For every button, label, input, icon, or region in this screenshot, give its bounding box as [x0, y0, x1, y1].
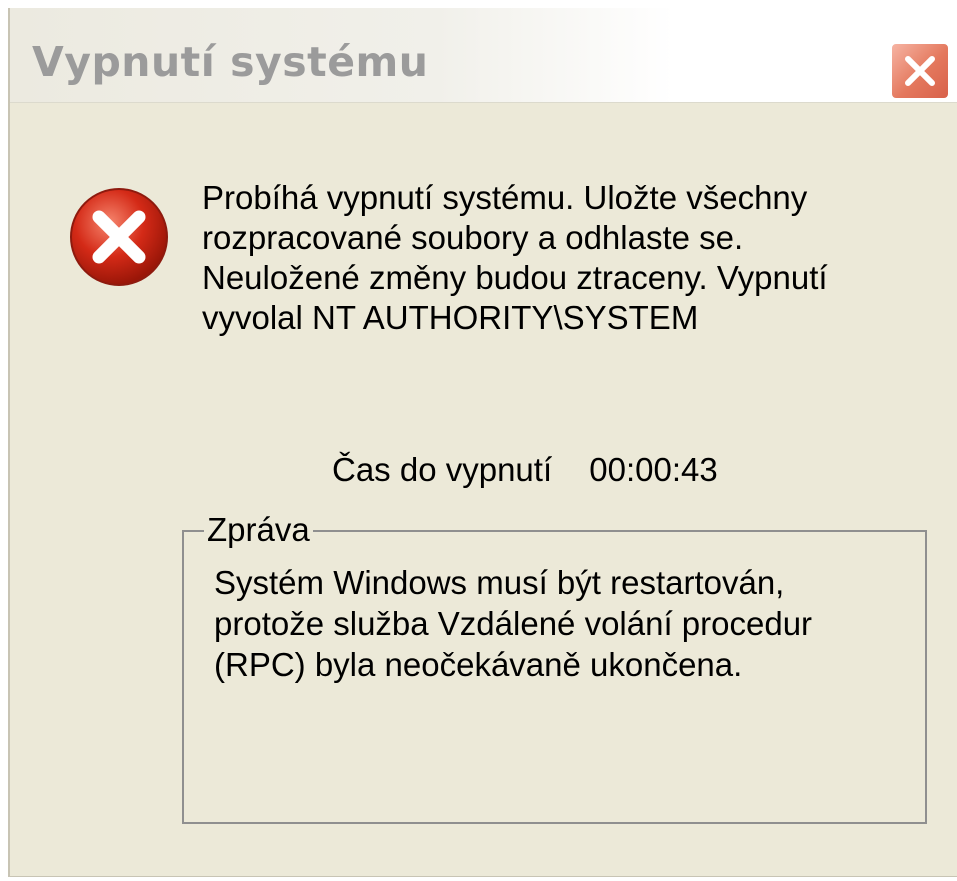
message-line: rozpracované soubory a odhlaste se. — [202, 219, 744, 256]
close-icon — [905, 56, 935, 86]
shutdown-dialog: Vypnutí systému Probíhá vypnutí systému.… — [8, 8, 957, 877]
countdown-time: 00:00:43 — [589, 451, 718, 488]
shutdown-message: Probíhá vypnutí systému. Uložte všechny … — [202, 178, 922, 338]
groupbox-label: Zpráva — [204, 510, 313, 550]
message-groupbox: Zpráva Systém Windows musí být restartov… — [182, 510, 927, 824]
groupbox-line: Systém Windows musí být restartován, — [214, 564, 785, 601]
groupbox-line: (RPC) byla neočekávaně ukončena. — [214, 646, 743, 683]
message-line: Probíhá vypnutí systému. Uložte všechny — [202, 179, 808, 216]
message-line: vyvolal NT AUTHORITY\SYSTEM — [202, 299, 699, 336]
groupbox-line: protože služba Vzdálené volání procedur — [214, 605, 813, 642]
message-line: Neuložené změny budou ztraceny. Vypnutí — [202, 259, 828, 296]
countdown-label: Čas do vypnutí — [332, 451, 553, 488]
close-button[interactable] — [890, 42, 950, 100]
title-bar[interactable]: Vypnutí systému — [10, 8, 957, 103]
countdown: Čas do vypnutí 00:00:43 — [332, 451, 718, 489]
window-title: Vypnutí systému — [32, 38, 429, 86]
error-icon — [70, 188, 168, 286]
groupbox-text: Systém Windows musí být restartován, pro… — [214, 562, 914, 685]
